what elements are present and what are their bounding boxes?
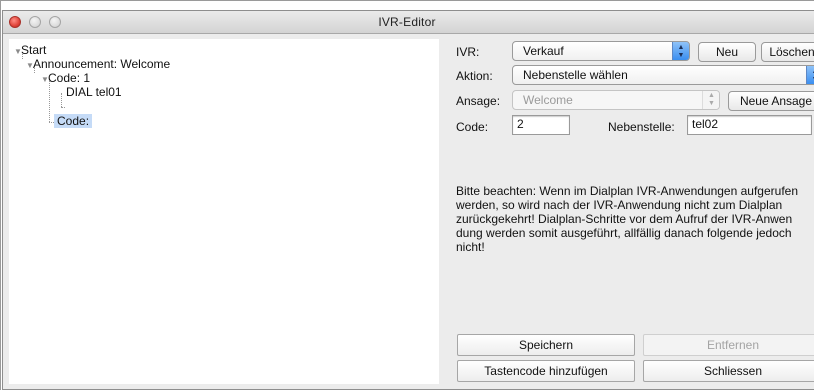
disclosure-triangle-icon[interactable]: ▼ bbox=[41, 73, 49, 87]
remove-button[interactable]: Entfernen bbox=[643, 334, 814, 356]
tree-node-code-empty[interactable]: Code: bbox=[54, 114, 93, 128]
popup-arrows-icon: ▲▼ bbox=[702, 91, 719, 109]
action-select[interactable]: Nebenstelle wählen ▲▼ bbox=[512, 65, 814, 85]
ivr-label: IVR: bbox=[456, 45, 480, 59]
notice-line: Bitte beachten: Wenn im Dialplan IVR-Anw… bbox=[456, 184, 798, 198]
announcement-select-value: Welcome bbox=[523, 93, 573, 107]
announcement-label: Ansage: bbox=[456, 94, 501, 108]
notice-line: werden, so wird nach der IVR-Anwendung n… bbox=[456, 198, 783, 212]
tree-node-label: Start bbox=[21, 43, 47, 57]
notice-line: zurückgekehrt! Dialplan-Schritte vor dem… bbox=[456, 212, 793, 226]
screen-edge-top bbox=[0, 0, 814, 1]
extension-label: Nebenstelle: bbox=[608, 120, 675, 134]
save-button[interactable]: Speichern bbox=[457, 334, 635, 356]
tree-connector bbox=[61, 93, 62, 107]
popup-arrows-icon: ▲▼ bbox=[672, 42, 689, 60]
ivr-editor-window: IVR-Editor ▼Start ▼Announcement: Welcome… bbox=[2, 10, 814, 390]
popup-arrows-icon: ▲▼ bbox=[806, 66, 814, 84]
tree-node-label-selected: Code: bbox=[54, 114, 93, 128]
ivr-select[interactable]: Verkauf ▲ ▼ bbox=[512, 41, 690, 61]
node-editor-form: IVR: Verkauf ▲ ▼ Neu Löschen Aktion: Nebe… bbox=[443, 39, 814, 384]
ivr-tree[interactable]: ▼Start ▼Announcement: Welcome ▼Code: 1 D… bbox=[9, 39, 439, 384]
tree-node-label: Announcement: Welcome bbox=[33, 57, 171, 71]
ivr-select-value: Verkauf bbox=[523, 44, 564, 58]
action-label: Aktion: bbox=[456, 69, 493, 83]
new-announcement-button[interactable]: Neue Ansage bbox=[728, 91, 814, 111]
extension-field[interactable]: tel02 bbox=[687, 115, 812, 135]
window-title: IVR-Editor bbox=[378, 15, 436, 29]
tree-node-label: Code: 1 bbox=[48, 71, 91, 85]
announcement-select[interactable]: Welcome ▲ ▼ bbox=[512, 90, 720, 110]
add-keycode-button[interactable]: Tastencode hinzufügen bbox=[457, 360, 635, 382]
close-button[interactable]: Schliessen bbox=[643, 360, 814, 382]
dialplan-notice: Bitte beachten: Wenn im Dialplan IVR-Anw… bbox=[456, 184, 814, 254]
tree-node-dial[interactable]: DIAL tel01 bbox=[66, 85, 122, 99]
tree-connector bbox=[61, 107, 65, 108]
delete-ivr-button[interactable]: Löschen bbox=[761, 42, 814, 62]
notice-line: nicht! bbox=[456, 240, 485, 254]
notice-line: dung werden somit ausgeführt, allfällig … bbox=[456, 226, 792, 240]
title-bar[interactable]: IVR-Editor bbox=[3, 11, 814, 34]
disclosure-triangle-icon[interactable]: ▼ bbox=[14, 45, 22, 59]
action-select-value: Nebenstelle wählen bbox=[523, 68, 628, 82]
code-field[interactable]: 2 bbox=[512, 115, 570, 135]
disclosure-triangle-icon[interactable]: ▼ bbox=[26, 59, 34, 73]
screen-edge-left bbox=[0, 0, 1, 390]
code-label: Code: bbox=[456, 120, 489, 134]
tree-node-label: DIAL tel01 bbox=[66, 85, 122, 99]
new-ivr-button[interactable]: Neu bbox=[698, 42, 756, 62]
